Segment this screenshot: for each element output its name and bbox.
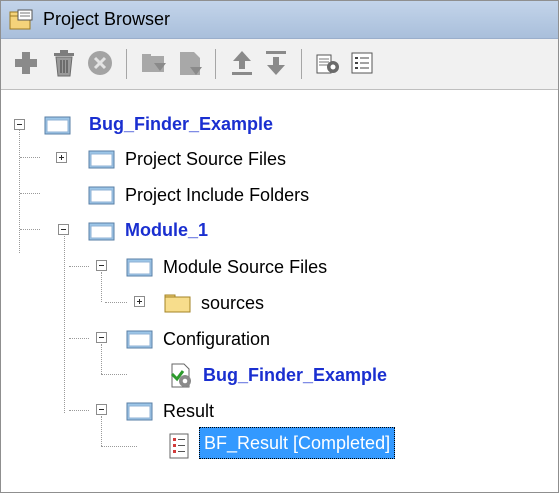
move-up-icon [232, 51, 252, 75]
window-title: Project Browser [43, 9, 171, 29]
stop-icon [88, 51, 112, 75]
sources-label[interactable]: sources [201, 292, 264, 314]
add-icon [15, 52, 37, 74]
module-source-files-label[interactable]: Module Source Files [163, 256, 327, 278]
tree-connector [64, 234, 65, 413]
folder-icon [126, 330, 153, 349]
toolbar-separator [215, 49, 216, 79]
project-tree: Bug_Finder_Example Project Source Files … [1, 90, 558, 492]
title-bar: Project Browser [1, 1, 558, 39]
delete-button[interactable] [47, 46, 81, 80]
folder-icon [88, 150, 115, 169]
tree-connector [101, 344, 102, 374]
tree-connector [105, 302, 127, 303]
folder-icon [88, 186, 115, 205]
result-item-label[interactable]: BF_Result [Completed] [199, 427, 396, 459]
configure-icon [316, 54, 339, 74]
source-folder-icon [164, 294, 191, 313]
move-up-button[interactable] [225, 46, 259, 80]
configuration-item-label[interactable]: Bug_Finder_Example [203, 364, 387, 386]
project-node-label[interactable]: Bug_Finder_Example [89, 113, 273, 135]
expand-toggle[interactable] [134, 296, 145, 307]
project-source-files-label[interactable]: Project Source Files [125, 148, 286, 170]
project-include-folders-label[interactable]: Project Include Folders [125, 184, 309, 206]
tree-connector [20, 157, 40, 158]
toolbar [1, 39, 558, 90]
module-node-label[interactable]: Module_1 [125, 219, 208, 241]
collapse-toggle[interactable] [58, 224, 69, 235]
project-browser-icon [9, 7, 35, 33]
result-file-icon [169, 433, 189, 459]
folder-action-button[interactable] [137, 46, 171, 80]
configuration-file-icon [170, 363, 191, 388]
folder-icon [44, 116, 71, 135]
toolbar-separator [126, 49, 127, 79]
tree-connector [101, 272, 102, 302]
folder-icon [126, 258, 153, 277]
expand-toggle[interactable] [56, 152, 67, 163]
tree-connector [101, 374, 127, 375]
tree-connector [69, 266, 89, 267]
delete-icon [54, 50, 74, 77]
toolbar-separator [301, 49, 302, 79]
project-browser-window: Project Browser Bug_Finder_Example Proje… [0, 0, 559, 493]
folder-icon [126, 402, 153, 421]
collapse-toggle[interactable] [14, 119, 25, 130]
folder-move-button[interactable] [173, 46, 207, 80]
tree-connector [69, 410, 89, 411]
add-button[interactable] [9, 46, 43, 80]
tree-connector [101, 416, 102, 446]
configure-button[interactable] [311, 46, 345, 80]
move-down-icon [266, 51, 286, 75]
tree-connector [19, 127, 20, 253]
list-button[interactable] [345, 46, 379, 80]
collapse-toggle[interactable] [96, 404, 107, 415]
tree-connector [69, 338, 89, 339]
result-label[interactable]: Result [163, 400, 214, 422]
tree-connector [20, 193, 40, 194]
tree-connector [101, 446, 137, 447]
configuration-label[interactable]: Configuration [163, 328, 270, 350]
list-icon [351, 52, 373, 74]
stop-button[interactable] [83, 46, 117, 80]
folder-icon [88, 222, 115, 241]
move-down-button[interactable] [259, 46, 293, 80]
collapse-toggle[interactable] [96, 332, 107, 343]
folder-action-icon [142, 54, 166, 72]
tree-connector [20, 229, 40, 230]
collapse-toggle[interactable] [96, 260, 107, 271]
folder-move-icon [180, 52, 202, 75]
